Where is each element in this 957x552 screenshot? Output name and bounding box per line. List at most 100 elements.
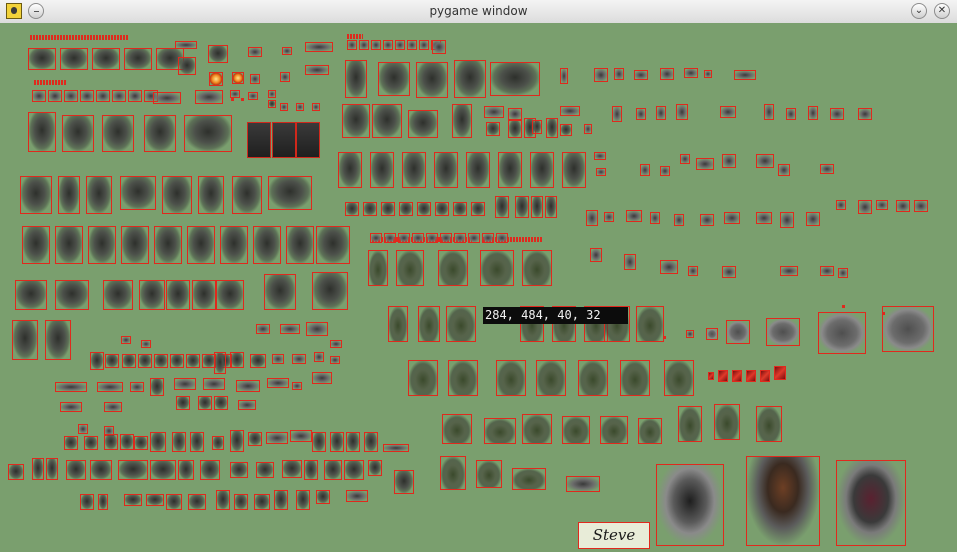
sprite-frame[interactable]: [8, 464, 24, 480]
sprite-frame[interactable]: [154, 226, 182, 264]
sprite-frame[interactable]: [312, 272, 348, 310]
sprite-frame[interactable]: [604, 212, 614, 222]
sprite-frame[interactable]: [372, 104, 402, 138]
sprite-frame[interactable]: [594, 68, 608, 82]
sprite-frame[interactable]: [190, 432, 204, 452]
sprite-frame[interactable]: [214, 352, 226, 374]
sprite-frame[interactable]: [440, 233, 452, 243]
sprite-frame[interactable]: [232, 72, 244, 84]
sprite-frame[interactable]: [368, 460, 382, 476]
sprite-frame[interactable]: [346, 490, 368, 502]
sprite-frame[interactable]: [882, 306, 934, 352]
sprite-frame[interactable]: [756, 212, 772, 224]
sprite-frame[interactable]: [756, 154, 774, 168]
sprite-frame[interactable]: [46, 458, 58, 480]
sprite-frame[interactable]: [342, 104, 370, 138]
sprite-frame[interactable]: [296, 103, 304, 111]
sprite-frame[interactable]: [230, 352, 244, 368]
sprite-frame[interactable]: [383, 444, 409, 452]
sprite-frame[interactable]: [118, 460, 148, 480]
sprite-frame[interactable]: [512, 468, 546, 490]
sprite-frame[interactable]: [198, 176, 224, 214]
sprite-frame[interactable]: [364, 432, 378, 452]
sprite-frame[interactable]: [220, 226, 248, 264]
sprite-frame[interactable]: [66, 460, 86, 480]
sprite-frame[interactable]: [634, 70, 648, 80]
sprite-frame[interactable]: [92, 48, 120, 70]
sprite-frame[interactable]: [466, 152, 490, 188]
sprite-frame[interactable]: [330, 356, 340, 364]
sprite-frame[interactable]: [172, 432, 186, 452]
sprite-frame[interactable]: [312, 432, 326, 452]
sprite-frame[interactable]: [786, 108, 796, 120]
sprite-frame[interactable]: [722, 266, 736, 278]
sprite-frame[interactable]: [808, 106, 818, 120]
sprite-frame[interactable]: [230, 430, 244, 452]
sprite-frame[interactable]: [153, 92, 181, 104]
sprite-frame[interactable]: [482, 233, 494, 243]
sprite-frame[interactable]: [417, 202, 431, 216]
close-button[interactable]: ✕: [934, 3, 950, 19]
sprite-frame[interactable]: [370, 233, 382, 243]
minimize-button[interactable]: ⌄: [911, 3, 927, 19]
sprite-frame[interactable]: [316, 490, 330, 504]
sprite-frame[interactable]: [234, 494, 248, 510]
sprite-frame[interactable]: [408, 110, 438, 138]
sprite-frame[interactable]: [347, 40, 357, 50]
sprite-frame[interactable]: [590, 248, 602, 262]
sprite-frame[interactable]: [560, 68, 568, 84]
sprite-frame[interactable]: [545, 196, 557, 218]
sprite-frame[interactable]: [105, 354, 119, 368]
sprite-frame[interactable]: [209, 72, 223, 86]
sprite-frame[interactable]: [138, 354, 152, 368]
sprite-frame[interactable]: [402, 152, 426, 188]
sprite-frame[interactable]: [175, 41, 197, 49]
sprite-frame[interactable]: [836, 200, 846, 210]
sprite-frame[interactable]: [280, 72, 290, 82]
sprite-frame[interactable]: [368, 250, 388, 286]
sprite-frame[interactable]: [20, 176, 52, 214]
sprite-frame[interactable]: [154, 354, 168, 368]
sprite-frame[interactable]: [230, 90, 240, 98]
sprite-frame[interactable]: [636, 306, 664, 342]
sprite-frame[interactable]: [141, 340, 151, 348]
sprite-frame[interactable]: [626, 210, 642, 222]
sprite-frame[interactable]: [345, 60, 367, 98]
sprite-frame[interactable]: [28, 112, 56, 152]
sprite-frame[interactable]: [120, 434, 134, 450]
sprite-frame[interactable]: [495, 196, 509, 218]
sprite-frame[interactable]: [858, 200, 872, 214]
sprite-frame[interactable]: [660, 260, 678, 274]
sprite-frame[interactable]: [170, 354, 184, 368]
sprite-frame[interactable]: [490, 62, 540, 96]
sprite-frame[interactable]: [80, 494, 94, 510]
sprite-frame[interactable]: [162, 176, 192, 214]
sprite-frame[interactable]: [102, 115, 134, 152]
sprite-frame[interactable]: [198, 396, 212, 410]
sprite-frame[interactable]: [584, 124, 592, 134]
sprite-frame[interactable]: [724, 212, 740, 224]
sprite-frame[interactable]: [90, 352, 104, 370]
sprite-frame[interactable]: [96, 90, 110, 102]
sprite-frame[interactable]: [330, 432, 344, 452]
sprite-frame[interactable]: [638, 418, 662, 444]
sprite-frame[interactable]: [416, 62, 448, 98]
sprite-frame[interactable]: [676, 104, 688, 120]
sprite-frame[interactable]: [614, 68, 624, 80]
sprite-frame[interactable]: [664, 360, 694, 396]
sprite-frame[interactable]: [532, 120, 542, 134]
sprite-frame[interactable]: [718, 370, 728, 382]
sprite-frame[interactable]: [624, 254, 636, 270]
sprite-frame[interactable]: [408, 360, 438, 396]
sprite-frame[interactable]: [188, 494, 206, 510]
sprite-frame[interactable]: [282, 460, 302, 478]
sprite-frame[interactable]: [756, 406, 782, 442]
sprite-frame[interactable]: [212, 436, 224, 450]
sprite-frame[interactable]: [134, 436, 148, 450]
sprite-frame[interactable]: [64, 90, 78, 102]
sprite-frame[interactable]: [454, 60, 486, 98]
sprite-frame[interactable]: [594, 152, 606, 160]
sprite-frame[interactable]: [442, 414, 472, 444]
sprite-frame[interactable]: [836, 460, 906, 546]
sprite-frame[interactable]: [203, 378, 225, 390]
